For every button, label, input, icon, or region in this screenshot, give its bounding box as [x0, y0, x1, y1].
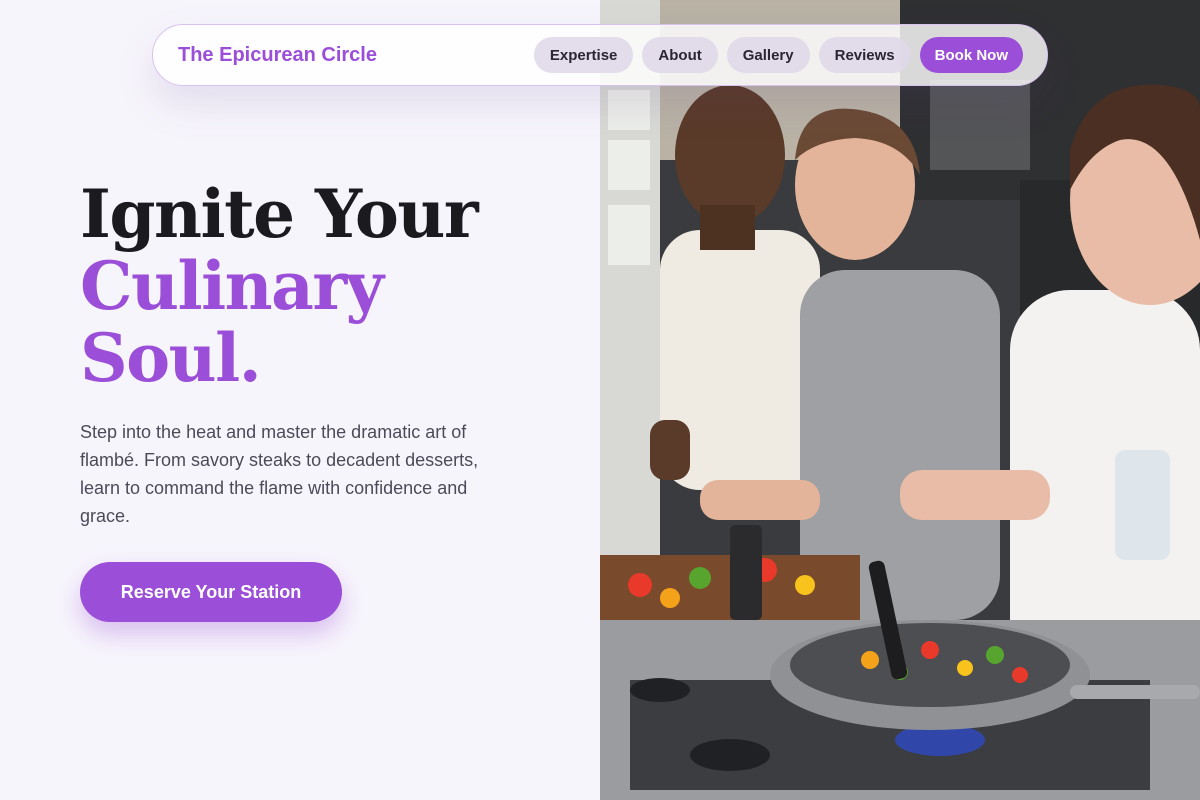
hero-left-panel [0, 0, 600, 800]
hero-image [600, 0, 1200, 800]
nav-links: Expertise About Gallery Reviews Book Now [533, 37, 1023, 73]
nav-link-reviews[interactable]: Reviews [818, 37, 911, 73]
cooking-class-photo [600, 0, 1200, 800]
headline-line-3: Soul. [80, 319, 262, 397]
brand-logo[interactable]: The Epicurean Circle [178, 44, 377, 67]
reserve-station-button[interactable]: Reserve Your Station [80, 562, 342, 622]
nav-link-about[interactable]: About [642, 37, 718, 73]
nav-link-expertise[interactable]: Expertise [533, 37, 634, 73]
nav-link-gallery[interactable]: Gallery [726, 37, 810, 73]
headline-line-2: Culinary [80, 247, 384, 325]
hero-headline: Ignite Your Culinary Soul. [80, 175, 479, 397]
top-nav: The Epicurean Circle Expertise About Gal… [152, 24, 1048, 86]
hero-description: Step into the heat and master the dramat… [80, 422, 479, 526]
book-now-button[interactable]: Book Now [919, 37, 1023, 73]
headline-line-1: Ignite Your [80, 175, 479, 253]
